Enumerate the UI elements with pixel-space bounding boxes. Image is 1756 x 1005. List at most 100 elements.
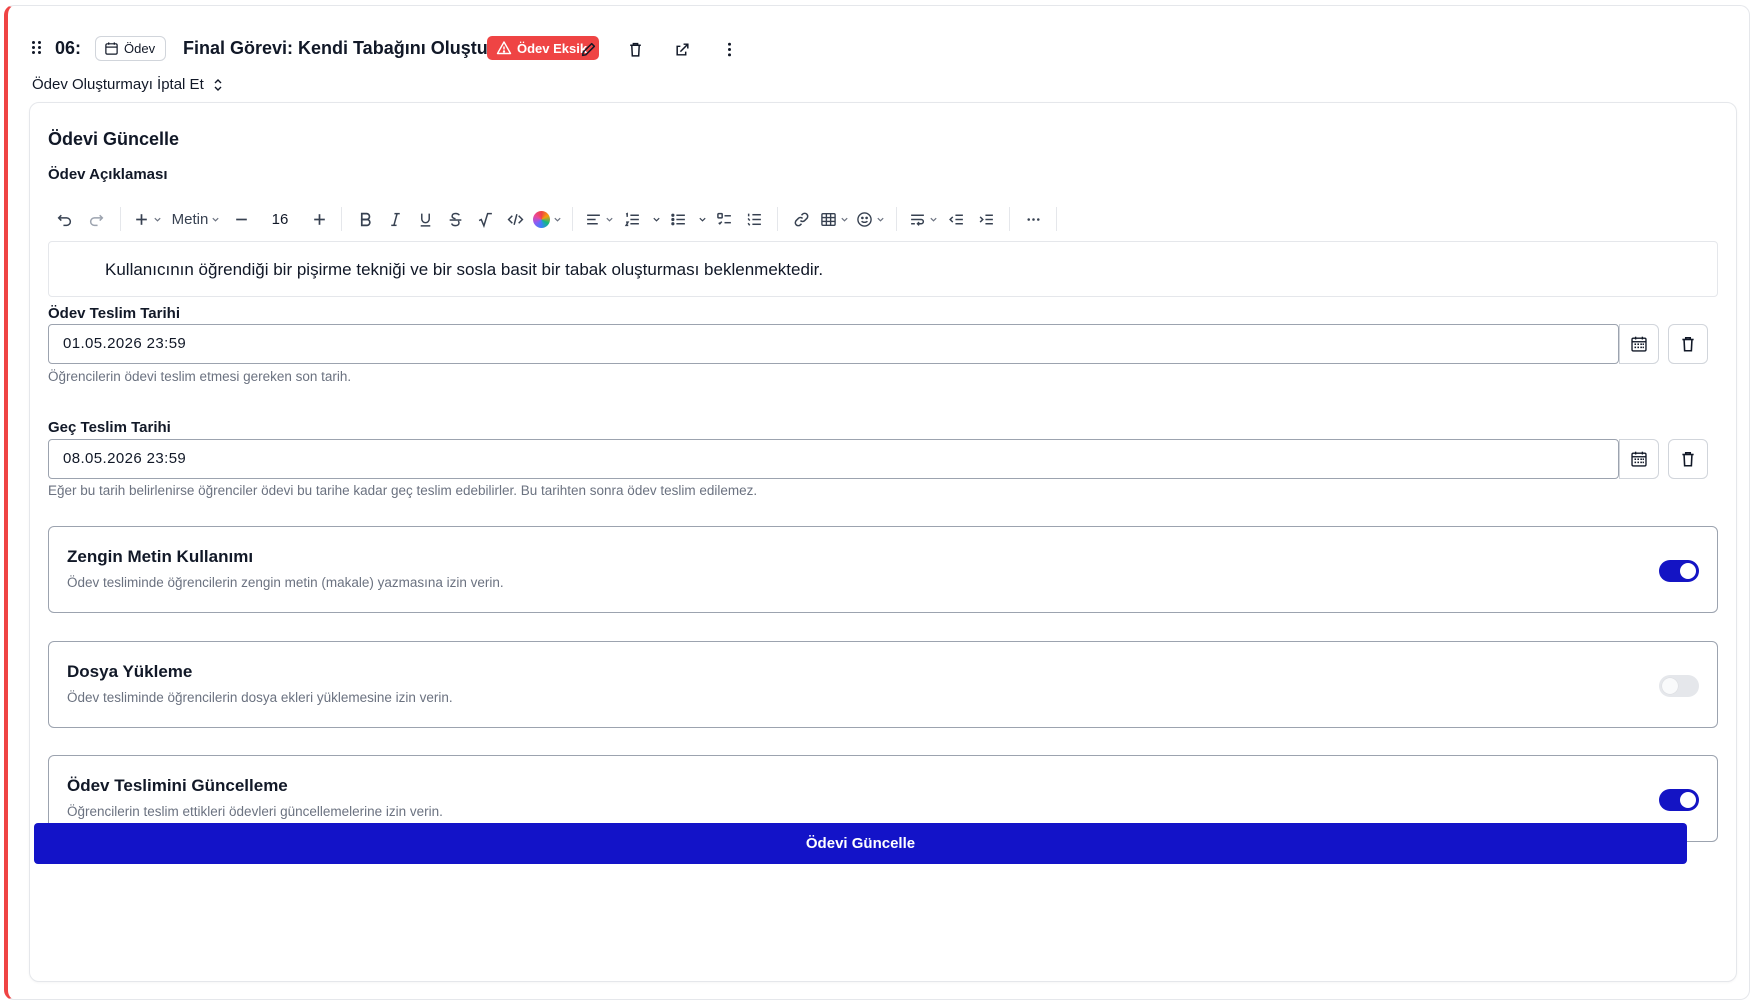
chevron-down-icon bbox=[653, 217, 660, 222]
insert-dropdown[interactable] bbox=[129, 204, 165, 234]
drag-handle-icon[interactable] bbox=[32, 41, 44, 55]
toolbar-divider bbox=[896, 207, 897, 231]
indent-button[interactable] bbox=[971, 204, 1001, 234]
due-date-row: 01.05.2026 23:59 bbox=[48, 324, 1718, 364]
emoji-dropdown[interactable] bbox=[852, 204, 888, 234]
font-size-input[interactable]: 16 bbox=[255, 204, 305, 234]
late-date-help: Eğer bu tarih belirlenirse öğrenciler öd… bbox=[48, 483, 758, 498]
calendar-icon bbox=[1631, 336, 1647, 352]
chevron-down-icon bbox=[605, 217, 613, 222]
bullet-list-dropdown[interactable] bbox=[693, 204, 709, 234]
calendar-icon bbox=[105, 42, 118, 55]
late-date-clear-button[interactable] bbox=[1668, 439, 1708, 479]
outdent-button[interactable] bbox=[941, 204, 971, 234]
numbered-list-icon bbox=[624, 211, 639, 226]
square-root-icon bbox=[478, 212, 492, 228]
toolbar-divider bbox=[120, 207, 121, 231]
bullet-list-icon bbox=[670, 213, 685, 225]
underline-icon bbox=[420, 213, 430, 227]
more-horizontal-icon bbox=[1026, 217, 1040, 221]
assignment-card: 06: Ödev Final Görevi: Kendi Tabağını Ol… bbox=[4, 5, 1750, 1000]
undo-icon bbox=[57, 214, 71, 226]
form-title: Ödevi Güncelle bbox=[48, 129, 180, 149]
late-date-row: 08.05.2026 23:59 bbox=[48, 439, 1718, 479]
outdent-icon bbox=[948, 214, 963, 224]
plus-icon bbox=[135, 213, 147, 225]
assignment-number: 06: bbox=[55, 38, 82, 58]
calendar-icon bbox=[1631, 451, 1647, 467]
due-date-help: Öğrencilerin ödevi teslim etmesi gereken… bbox=[48, 369, 352, 384]
font-size-increase-button[interactable] bbox=[305, 204, 333, 234]
block-type-dropdown[interactable]: Metin bbox=[165, 204, 227, 234]
undo-button[interactable] bbox=[48, 204, 80, 234]
chevron-down-icon bbox=[212, 217, 219, 222]
numbered-list-button[interactable] bbox=[617, 204, 647, 234]
cancel-create-link[interactable]: Ödev Oluşturmayı İptal Et bbox=[32, 76, 224, 93]
due-date-clear-button[interactable] bbox=[1668, 324, 1708, 364]
due-date-input[interactable]: 01.05.2026 23:59 bbox=[48, 324, 1619, 364]
code-button[interactable] bbox=[500, 204, 530, 234]
trash-icon bbox=[1682, 337, 1694, 352]
more-tools-button[interactable] bbox=[1018, 204, 1048, 234]
cancel-create-label: Ödev Oluşturmayı İptal Et bbox=[32, 76, 204, 93]
edit-button[interactable] bbox=[575, 36, 601, 62]
description-editor[interactable]: Kullanıcının öğrendiği bir pişirme tekni… bbox=[48, 241, 1718, 297]
wrap-dropdown[interactable] bbox=[905, 204, 941, 234]
chevron-down-icon bbox=[699, 217, 706, 222]
update-assignment-button[interactable]: Ödevi Güncelle bbox=[34, 823, 1687, 864]
trash-icon bbox=[629, 42, 641, 57]
open-external-button[interactable] bbox=[669, 36, 695, 62]
chevron-down-icon bbox=[153, 217, 161, 222]
option-title: Dosya Yükleme bbox=[67, 662, 193, 681]
delete-button[interactable] bbox=[622, 36, 648, 62]
late-date-picker-button[interactable] bbox=[1619, 439, 1659, 479]
align-dropdown[interactable] bbox=[581, 204, 617, 234]
assignment-title: Final Görevi: Kendi Tabağını Oluştur bbox=[183, 38, 495, 58]
smile-icon bbox=[856, 211, 872, 227]
checklist-icon bbox=[716, 212, 731, 225]
toolbar-divider bbox=[572, 207, 573, 231]
table-dropdown[interactable] bbox=[816, 204, 852, 234]
file-upload-toggle[interactable] bbox=[1659, 675, 1699, 697]
minus-icon bbox=[235, 218, 247, 220]
strikethrough-button[interactable] bbox=[440, 204, 470, 234]
more-menu-button[interactable] bbox=[716, 36, 742, 62]
assignment-header: 06: Ödev Final Görevi: Kendi Tabağını Ol… bbox=[8, 6, 1749, 82]
checklist-button[interactable] bbox=[709, 204, 739, 234]
toolbar-divider bbox=[341, 207, 342, 231]
rich-text-toggle[interactable] bbox=[1659, 560, 1699, 582]
update-submission-toggle[interactable] bbox=[1659, 789, 1699, 811]
code-icon bbox=[507, 213, 523, 225]
option-file-upload: Dosya Yükleme Ödev tesliminde öğrenciler… bbox=[48, 641, 1718, 728]
description-label: Ödev Açıklaması bbox=[48, 166, 168, 183]
underline-button[interactable] bbox=[410, 204, 440, 234]
numbered-list-dropdown[interactable] bbox=[647, 204, 663, 234]
option-description: Ödev tesliminde öğrencilerin dosya ekler… bbox=[67, 690, 453, 705]
italic-button[interactable] bbox=[380, 204, 410, 234]
pencil-icon bbox=[581, 42, 595, 56]
bullet-list-button[interactable] bbox=[663, 204, 693, 234]
chevron-down-icon bbox=[929, 217, 937, 222]
align-left-icon bbox=[586, 214, 600, 224]
type-chip: Ödev bbox=[95, 36, 167, 61]
due-date-label: Ödev Teslim Tarihi bbox=[48, 305, 180, 322]
redo-button[interactable] bbox=[80, 204, 112, 234]
due-date-picker-button[interactable] bbox=[1619, 324, 1659, 364]
text-wrap-icon bbox=[910, 214, 924, 226]
formula-button[interactable] bbox=[470, 204, 500, 234]
editor-toolbar: Metin 16 bbox=[48, 202, 1718, 236]
late-date-input[interactable]: 08.05.2026 23:59 bbox=[48, 439, 1619, 479]
bold-button[interactable] bbox=[350, 204, 380, 234]
text-color-dropdown[interactable] bbox=[530, 204, 564, 234]
strikethrough-icon bbox=[449, 212, 461, 226]
toolbar-divider bbox=[1009, 207, 1010, 231]
redo-icon bbox=[89, 214, 103, 226]
chevron-up-down-icon bbox=[214, 78, 222, 91]
font-size-decrease-button[interactable] bbox=[227, 204, 255, 234]
ordered-steps-button[interactable] bbox=[739, 204, 769, 234]
link-button[interactable] bbox=[786, 204, 816, 234]
color-palette-icon bbox=[532, 210, 550, 228]
plus-icon bbox=[313, 213, 325, 225]
block-type-label: Metin bbox=[171, 210, 209, 228]
table-icon bbox=[820, 212, 836, 226]
